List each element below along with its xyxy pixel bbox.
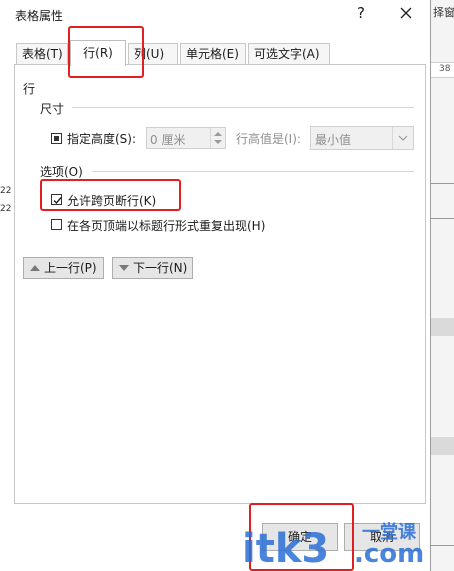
title-bar: 表格属性 ? xyxy=(0,0,430,28)
height-value: 0 厘米 xyxy=(150,133,186,147)
checkmark-icon xyxy=(53,197,62,205)
help-button[interactable]: ? xyxy=(352,3,370,23)
ruler-value: 38 xyxy=(439,64,451,74)
tab-alt-text[interactable]: 可选文字(A) xyxy=(248,43,330,64)
allow-break-checkbox[interactable] xyxy=(51,194,62,205)
spin-up-icon xyxy=(214,132,222,136)
specify-height-checkbox[interactable] xyxy=(51,133,62,144)
close-icon xyxy=(400,7,412,19)
ok-button[interactable]: 确定 xyxy=(262,523,338,551)
ruler: 38 xyxy=(431,62,454,78)
tab-table[interactable]: 表格(T) xyxy=(16,43,68,64)
triangle-up-icon xyxy=(30,265,40,271)
tab-column[interactable]: 列(U) xyxy=(128,43,178,64)
table-properties-dialog: 表格属性 ? 表格(T) 行(R) 列(U) 单元格(E) 可选文字(A) 行 … xyxy=(0,0,431,571)
previous-row-button[interactable]: 上一行(P) xyxy=(23,257,104,279)
background-document: 择窗 38 xyxy=(430,0,454,571)
row-height-rule-select[interactable]: 最小值 xyxy=(310,126,414,150)
row-fragment: 22 xyxy=(0,204,12,214)
triangle-down-icon xyxy=(119,265,129,271)
options-divider xyxy=(92,171,414,172)
cancel-button[interactable]: 取消 xyxy=(344,523,420,551)
next-row-label: 下一行(N) xyxy=(133,261,188,275)
allow-break-label: 允许跨页断行(K) xyxy=(67,194,157,208)
repeat-header-checkbox[interactable] xyxy=(51,219,62,230)
row-height-rule-value: 最小值 xyxy=(315,133,352,147)
specify-height-label: 指定高度(S): xyxy=(67,132,137,146)
tab-strip: 表格(T) 行(R) 列(U) 单元格(E) 可选文字(A) xyxy=(14,40,424,66)
repeat-header-label: 在各页顶端以标题行形式重复出现(H) xyxy=(67,219,266,233)
size-divider xyxy=(72,107,414,108)
spin-arrows[interactable] xyxy=(210,128,225,148)
spin-down-icon xyxy=(214,140,222,144)
row-height-is-label: 行高值是(I): xyxy=(236,132,301,146)
next-row-button[interactable]: 下一行(N) xyxy=(112,257,193,279)
size-section-title: 尺寸 xyxy=(40,102,65,116)
header-fragment: 择窗 xyxy=(433,6,454,19)
row-fragment: 22 xyxy=(0,186,12,196)
previous-row-label: 上一行(P) xyxy=(44,261,97,275)
dialog-title: 表格属性 xyxy=(15,9,64,23)
row-section-title: 行 xyxy=(23,82,36,96)
height-spinbox[interactable]: 0 厘米 xyxy=(146,127,226,149)
options-section-title: 选项(O) xyxy=(40,165,83,179)
close-button[interactable] xyxy=(396,3,416,23)
tab-cell[interactable]: 单元格(E) xyxy=(180,43,246,64)
tab-row[interactable]: 行(R) xyxy=(70,40,126,66)
chevron-down-icon xyxy=(392,127,413,149)
